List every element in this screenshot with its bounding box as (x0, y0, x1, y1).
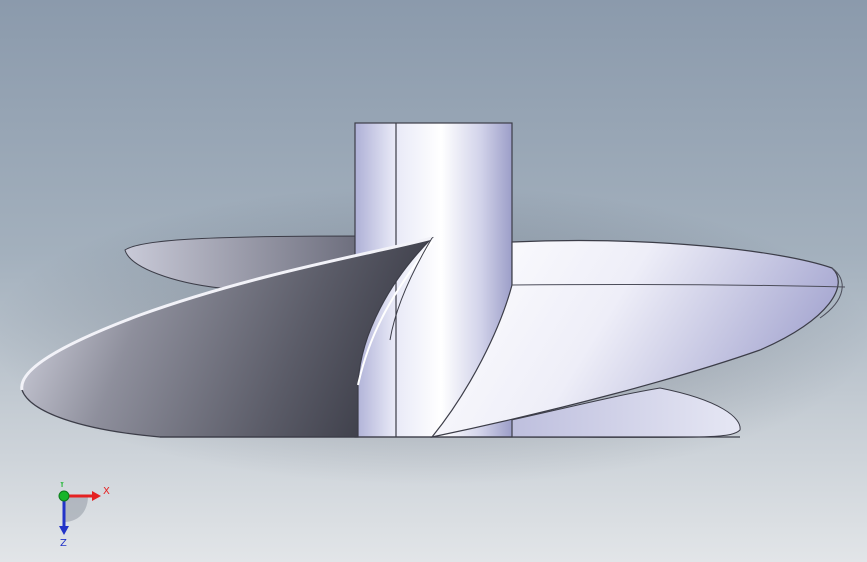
y-axis-dot (58, 490, 70, 502)
graphics-viewport[interactable]: X Y Z (0, 0, 867, 562)
triad-graphic: X Y Z (58, 479, 110, 549)
x-axis-arrow (92, 491, 101, 501)
x-axis-label: X (103, 486, 110, 497)
coordinate-triad: X Y Z (40, 479, 120, 552)
z-axis-arrow (59, 526, 69, 535)
propeller-model[interactable] (0, 0, 867, 562)
y-axis-label: Y (58, 482, 66, 490)
z-axis-label: Z (60, 538, 67, 549)
